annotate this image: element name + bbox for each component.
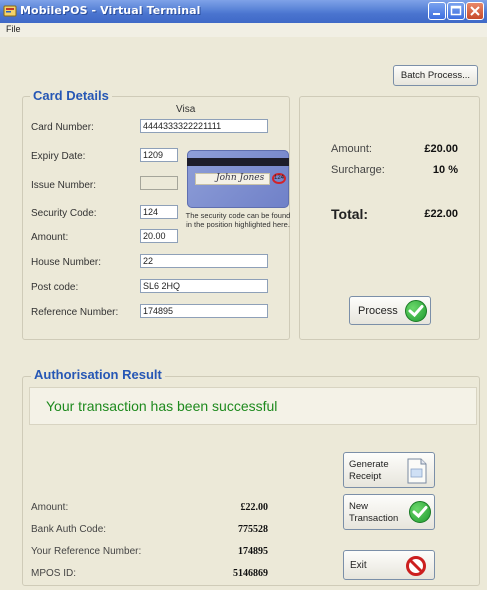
amount-label: Amount: — [31, 232, 69, 243]
bank-auth-code-value: 775528 — [238, 524, 268, 535]
your-reference-label: Your Reference Number: — [31, 546, 142, 557]
close-button[interactable] — [466, 2, 484, 20]
receipt-icon — [407, 458, 427, 484]
window-title: MobilePOS - Virtual Terminal — [20, 4, 201, 17]
expiry-date-label: Expiry Date: — [31, 151, 86, 162]
authorisation-heading: Authorisation Result — [31, 367, 165, 382]
process-button[interactable]: Process — [349, 296, 431, 325]
reference-number-field[interactable]: 174895 — [140, 304, 268, 318]
maximize-icon — [450, 5, 462, 16]
your-reference-value: 174895 — [238, 546, 268, 557]
auth-amount-label: Amount: — [31, 502, 69, 513]
app-icon — [3, 5, 17, 17]
close-icon — [470, 6, 480, 16]
bank-auth-code-label: Bank Auth Code: — [31, 524, 107, 535]
new-transaction-label-line2: Transaction — [349, 513, 399, 524]
title-bar[interactable]: MobilePOS - Virtual Terminal — [0, 0, 487, 23]
auth-amount-value: £22.00 — [240, 502, 269, 513]
new-transaction-label-line1: New — [349, 501, 369, 512]
magnetic-stripe — [187, 158, 289, 166]
generate-receipt-label-line1: Generate — [349, 459, 389, 470]
card-back-image: John Jones 124 — [187, 150, 289, 208]
success-message: Your transaction has been successful — [46, 398, 278, 414]
mpos-id-value: 5146869 — [233, 568, 268, 579]
batch-process-button[interactable]: Batch Process... — [393, 65, 478, 86]
success-message-box: Your transaction has been successful — [29, 387, 477, 425]
minimize-icon — [433, 13, 440, 15]
post-code-field[interactable]: SL6 2HQ — [140, 279, 268, 293]
summary-amount-label: Amount: — [331, 143, 372, 155]
card-type-label: Visa — [176, 104, 196, 115]
menu-file[interactable]: File — [6, 24, 21, 34]
card-cvv: 124 — [274, 175, 285, 181]
maximize-button[interactable] — [447, 2, 465, 20]
issue-number-field[interactable] — [140, 176, 178, 190]
mpos-id-label: MPOS ID: — [31, 568, 77, 579]
post-code-label: Post code: — [31, 282, 79, 293]
batch-process-label: Batch Process... — [400, 70, 471, 81]
minimize-button[interactable] — [428, 2, 446, 20]
checkmark-icon — [405, 300, 427, 322]
reference-number-label: Reference Number: — [31, 307, 119, 318]
total-value: £22.00 — [424, 208, 458, 220]
checkmark-icon — [409, 501, 431, 523]
security-code-hint: The security code can be found in the po… — [185, 211, 291, 229]
card-signature: John Jones — [216, 173, 265, 183]
amount-field[interactable]: 20.00 — [140, 229, 178, 243]
cvv-highlight: 124 — [272, 173, 286, 184]
house-number-label: House Number: — [31, 257, 102, 268]
exit-button[interactable]: Exit — [343, 550, 435, 580]
card-details-heading: Card Details — [30, 88, 112, 103]
summary-amount-value: £20.00 — [424, 143, 458, 155]
new-transaction-button[interactable]: New Transaction — [343, 494, 435, 530]
generate-receipt-button[interactable]: Generate Receipt — [343, 452, 435, 488]
surcharge-value: 10 % — [432, 164, 458, 176]
surcharge-label: Surcharge: — [331, 164, 385, 176]
issue-number-label: Issue Number: — [31, 180, 97, 191]
house-number-field[interactable]: 22 — [140, 254, 268, 268]
card-number-label: Card Number: — [31, 122, 94, 133]
card-number-field[interactable]: 4444333322221111 — [140, 119, 268, 133]
process-label: Process — [358, 305, 398, 317]
no-entry-icon — [406, 556, 426, 576]
app-window: MobilePOS - Virtual Terminal File Batch … — [0, 0, 487, 590]
security-code-field[interactable]: 124 — [140, 205, 178, 219]
generate-receipt-label-line2: Receipt — [349, 471, 382, 482]
total-label: Total: — [331, 206, 369, 222]
menu-bar: File — [0, 23, 487, 37]
signature-strip: John Jones — [195, 173, 270, 185]
security-code-label: Security Code: — [31, 208, 97, 219]
exit-label: Exit — [350, 560, 367, 571]
expiry-date-field[interactable]: 1209 — [140, 148, 178, 162]
